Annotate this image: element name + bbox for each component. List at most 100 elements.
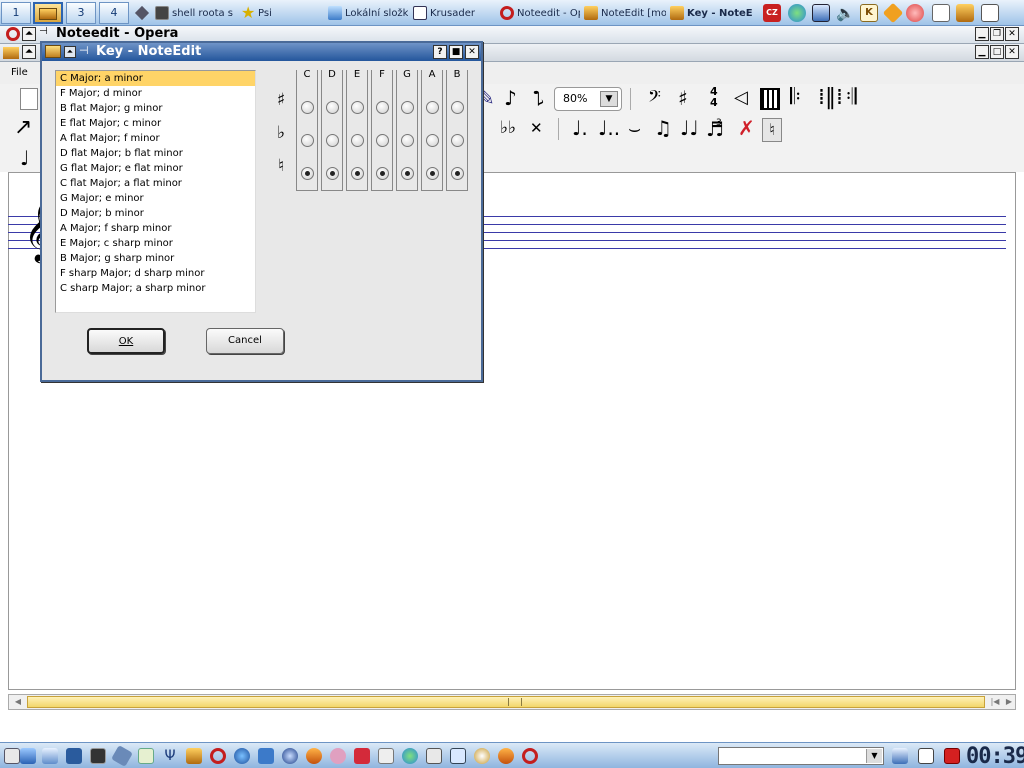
cancel-button[interactable]: Cancel bbox=[206, 328, 284, 354]
accidental-radio[interactable] bbox=[376, 167, 389, 180]
help-button[interactable]: ? bbox=[433, 45, 447, 59]
dotted-note-icon[interactable]: ♩. bbox=[572, 114, 588, 142]
keyboard-layout-icon[interactable]: CZ bbox=[763, 4, 781, 22]
network-icon[interactable] bbox=[788, 4, 806, 22]
key-list-item[interactable]: C Major; a minor bbox=[56, 71, 255, 86]
accidental-radio[interactable] bbox=[426, 101, 439, 114]
key-list-item[interactable]: D flat Major; b flat minor bbox=[56, 146, 255, 161]
accidental-radio[interactable] bbox=[326, 134, 339, 147]
key-list-item[interactable]: F Major; d minor bbox=[56, 86, 255, 101]
repeat-close-icon[interactable]: 𝄇 bbox=[846, 84, 857, 112]
dialog-titlebar[interactable]: ⏶ ⊣ Key - NoteEdit ? ■ ✕ bbox=[42, 43, 481, 61]
accidental-radio[interactable] bbox=[401, 134, 414, 147]
accidental-radio[interactable] bbox=[426, 167, 439, 180]
shade-icon[interactable]: ⏶ bbox=[22, 45, 36, 59]
power-icon[interactable] bbox=[906, 4, 924, 22]
accidental-radio[interactable] bbox=[301, 167, 314, 180]
time-signature-icon[interactable]: 44 bbox=[710, 86, 718, 108]
kde-icon[interactable] bbox=[4, 748, 20, 764]
accidental-radio[interactable] bbox=[351, 167, 364, 180]
desktop-2-button[interactable] bbox=[33, 2, 63, 24]
window-list-icon[interactable] bbox=[134, 5, 150, 21]
clipboard-icon[interactable] bbox=[892, 748, 908, 764]
power-icon[interactable] bbox=[944, 748, 960, 764]
scroll-left-icon[interactable]: ◀ bbox=[10, 696, 26, 708]
piano-icon[interactable] bbox=[760, 88, 780, 110]
task-krusader[interactable]: Krusader bbox=[413, 3, 495, 23]
maximize-button[interactable]: □ bbox=[990, 45, 1004, 59]
desktop-1-button[interactable]: 1 bbox=[1, 2, 31, 24]
shade-icon[interactable]: ⏶ bbox=[64, 46, 76, 58]
horizontal-scrollbar[interactable]: ◀ |◀ ▶ bbox=[8, 694, 1016, 710]
calendar-icon[interactable] bbox=[354, 748, 370, 764]
tie-icon[interactable]: ⌣ bbox=[628, 114, 641, 142]
bell-icon[interactable] bbox=[882, 2, 904, 24]
accidental-radio[interactable] bbox=[351, 101, 364, 114]
desktop-3-button[interactable]: 3 bbox=[66, 2, 96, 24]
vpn-icon[interactable] bbox=[402, 748, 418, 764]
close-button[interactable]: ✕ bbox=[1005, 45, 1019, 59]
edit-icon[interactable] bbox=[111, 745, 133, 767]
printer-icon[interactable] bbox=[981, 4, 999, 22]
mail-icon[interactable] bbox=[812, 4, 830, 22]
pin-icon[interactable]: ⊣ bbox=[39, 26, 48, 37]
double-flat-icon[interactable]: ♭♭ bbox=[500, 114, 516, 142]
task-shell[interactable]: shell roota s bbox=[155, 3, 237, 23]
key-list-item[interactable]: B Major; g sharp minor bbox=[56, 251, 255, 266]
close-button[interactable]: ✕ bbox=[1005, 27, 1019, 41]
accidental-radio[interactable] bbox=[376, 101, 389, 114]
key-signature-icon[interactable]: ♯ bbox=[678, 84, 688, 112]
accidental-radio[interactable] bbox=[301, 101, 314, 114]
klipper-icon[interactable]: K bbox=[860, 4, 878, 22]
key-list-item[interactable]: A Major; f sharp minor bbox=[56, 221, 255, 236]
key-list-item[interactable]: F sharp Major; d sharp minor bbox=[56, 266, 255, 281]
double-dotted-note-icon[interactable]: ♩.. bbox=[598, 114, 620, 142]
triplet-icon[interactable]: ♬ 3 bbox=[706, 116, 724, 142]
restore-button[interactable]: ❐ bbox=[990, 27, 1004, 41]
psi-icon[interactable]: Ψ bbox=[162, 748, 178, 764]
folder-icon[interactable] bbox=[956, 4, 974, 22]
user-icon[interactable] bbox=[932, 4, 950, 22]
mail-icon[interactable] bbox=[66, 748, 82, 764]
maximize-button[interactable]: ■ bbox=[449, 45, 463, 59]
opera-icon[interactable] bbox=[522, 748, 538, 764]
task-folder[interactable]: Lokální složk bbox=[328, 3, 408, 23]
desktop-icon[interactable] bbox=[42, 748, 58, 764]
scrollbar-thumb[interactable] bbox=[27, 696, 985, 708]
accidental-radio[interactable] bbox=[451, 101, 464, 114]
key-list-item[interactable]: B flat Major; g minor bbox=[56, 101, 255, 116]
document-icon[interactable] bbox=[138, 748, 154, 764]
shield-icon[interactable] bbox=[426, 748, 442, 764]
accidental-radio[interactable] bbox=[376, 134, 389, 147]
accidental-radio[interactable] bbox=[301, 134, 314, 147]
accidental-radio[interactable] bbox=[451, 167, 464, 180]
menu-file[interactable]: File bbox=[11, 67, 28, 78]
repeat-both-icon[interactable]: ⁞‖⁞ bbox=[818, 84, 843, 112]
close-button[interactable]: ✕ bbox=[465, 45, 479, 59]
network-icon[interactable] bbox=[258, 748, 274, 764]
task-key-dialog[interactable]: Key - NoteE bbox=[670, 3, 756, 23]
opera-icon[interactable] bbox=[210, 748, 226, 764]
scroll-right-icon[interactable]: ▶ bbox=[1001, 696, 1017, 708]
bass-clef-icon[interactable]: 𝄢 bbox=[648, 84, 661, 112]
computer-icon[interactable] bbox=[90, 748, 106, 764]
double-sharp-icon[interactable]: ✕ bbox=[530, 114, 543, 142]
keyboard-icon[interactable] bbox=[450, 748, 466, 764]
key-list-item[interactable]: A flat Major; f minor bbox=[56, 131, 255, 146]
key-list-item[interactable]: C sharp Major; a sharp minor bbox=[56, 281, 255, 296]
accidental-radio[interactable] bbox=[451, 134, 464, 147]
arrow-icon[interactable]: ↗ bbox=[14, 114, 32, 142]
window-list-icon[interactable] bbox=[918, 748, 934, 764]
task-opera[interactable]: Noteedit - Op bbox=[500, 3, 580, 23]
beam-icon[interactable]: ♫ bbox=[654, 114, 672, 142]
new-document-icon[interactable] bbox=[20, 88, 38, 110]
run-command-combo[interactable]: ▼ bbox=[718, 747, 884, 765]
task-noteedit[interactable]: NoteEdit [mo bbox=[584, 3, 666, 23]
key-list[interactable]: C Major; a minor F Major; d minor B flat M… bbox=[55, 70, 256, 313]
accidental-radio[interactable] bbox=[326, 101, 339, 114]
accidental-radio[interactable] bbox=[401, 101, 414, 114]
key-list-item[interactable]: C flat Major; a flat minor bbox=[56, 176, 255, 191]
globe-icon[interactable] bbox=[234, 748, 250, 764]
flower-icon[interactable] bbox=[330, 748, 346, 764]
accidental-radio[interactable] bbox=[326, 167, 339, 180]
